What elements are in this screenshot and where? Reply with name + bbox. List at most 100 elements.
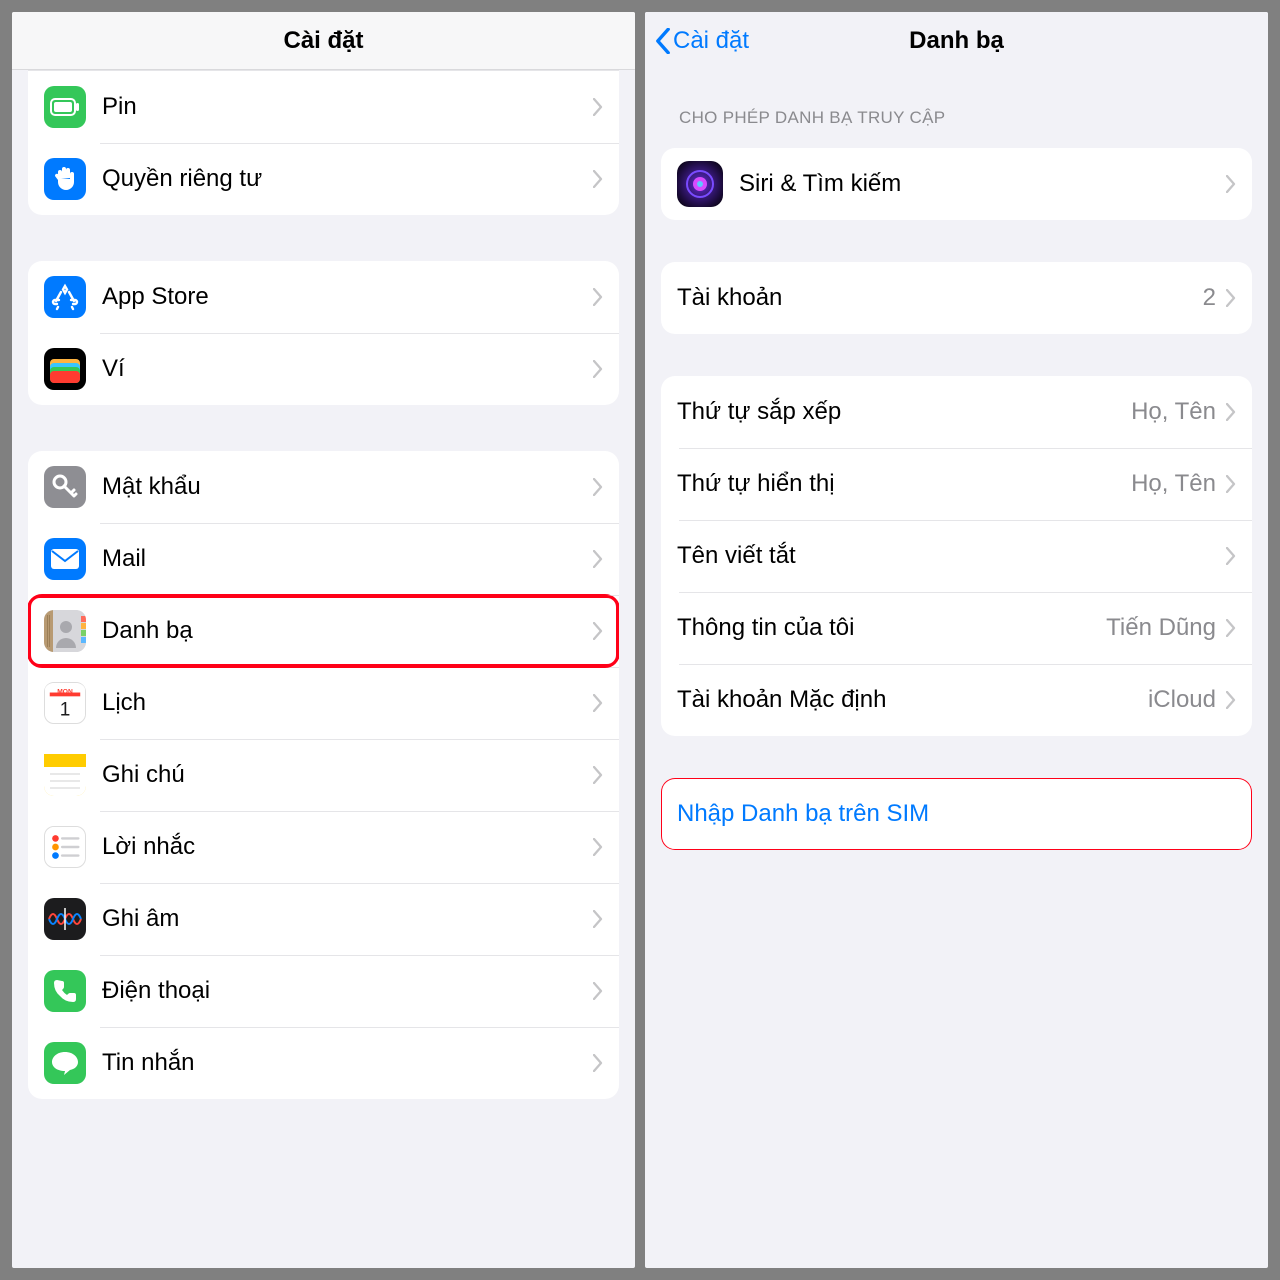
section-header-access: CHO PHÉP DANH BẠ TRUY CẬP (679, 108, 1234, 128)
chevron-right-icon (1226, 289, 1236, 307)
hand-icon (44, 158, 86, 200)
pref-value: Họ, Tên (1131, 398, 1216, 426)
row-label-passwords: Mật khẩu (102, 473, 593, 501)
back-label: Cài đặt (673, 27, 749, 55)
chevron-right-icon (1226, 403, 1236, 421)
left-content: Pin Quyền riêng tư App Store Ví Mật khẩu Mail… (12, 70, 635, 1268)
row-reminders[interactable]: Lời nhắc (28, 811, 619, 883)
settings-screen: Cài đặt Pin Quyền riêng tư App Store Ví Mật … (12, 12, 635, 1268)
battery-icon (44, 86, 86, 128)
siri-icon (677, 161, 723, 207)
pref-value: Tiến Dũng (1106, 614, 1216, 642)
mail-icon (44, 538, 86, 580)
row-label-battery: Pin (102, 93, 593, 121)
wallet-icon (44, 348, 86, 390)
chevron-right-icon (593, 98, 603, 116)
row-notes[interactable]: Ghi chú (28, 739, 619, 811)
row-label-reminders: Lời nhắc (102, 833, 593, 861)
chevron-right-icon (1226, 175, 1236, 193)
chevron-right-icon (593, 288, 603, 306)
chevron-right-icon (593, 1054, 603, 1072)
row-pref-4[interactable]: Tài khoản Mặc địnhiCloud (661, 664, 1252, 736)
right-nav-bar: Cài đặt Danh bạ (645, 12, 1268, 70)
phone-icon (44, 970, 86, 1012)
import-sim-label: Nhập Danh bạ trên SIM (677, 800, 1236, 828)
chevron-right-icon (593, 838, 603, 856)
key-icon (44, 466, 86, 508)
row-pref-3[interactable]: Thông tin của tôiTiến Dũng (661, 592, 1252, 664)
row-wallet[interactable]: Ví (28, 333, 619, 405)
chevron-right-icon (1226, 475, 1236, 493)
pref-label: Thông tin của tôi (677, 614, 1106, 642)
settings-group: App Store Ví (28, 261, 619, 405)
chevron-right-icon (593, 550, 603, 568)
pref-label: Thứ tự sắp xếp (677, 398, 1131, 426)
row-voice[interactable]: Ghi âm (28, 883, 619, 955)
row-appstore[interactable]: App Store (28, 261, 619, 333)
chevron-right-icon (1226, 691, 1236, 709)
row-accounts[interactable]: Tài khoản 2 (661, 262, 1252, 334)
row-calendar[interactable]: MON 1 Lịch (28, 667, 619, 739)
contacts-icon (44, 610, 86, 652)
accounts-value: 2 (1203, 284, 1216, 312)
pref-label: Tài khoản Mặc định (677, 686, 1148, 714)
row-label-messages: Tin nhắn (102, 1049, 593, 1077)
left-nav-title: Cài đặt (283, 27, 363, 55)
accounts-label: Tài khoản (677, 284, 1203, 312)
pref-label: Thứ tự hiển thị (677, 470, 1131, 498)
row-label-privacy: Quyền riêng tư (102, 165, 593, 193)
svg-text:MON: MON (57, 688, 73, 695)
svg-text:1: 1 (60, 699, 71, 720)
row-label-calendar: Lịch (102, 689, 593, 717)
voice-memos-icon (44, 898, 86, 940)
chevron-right-icon (593, 170, 603, 188)
row-privacy[interactable]: Quyền riêng tư (28, 143, 619, 215)
row-label-appstore: App Store (102, 283, 593, 311)
row-label-notes: Ghi chú (102, 761, 593, 789)
row-label-phone: Điện thoại (102, 977, 593, 1005)
group-prefs: Thứ tự sắp xếpHọ, TênThứ tự hiển thịHọ, … (661, 376, 1252, 736)
row-phone[interactable]: Điện thoại (28, 955, 619, 1027)
row-label-contacts: Danh bạ (102, 617, 593, 645)
contacts-settings-screen: Cài đặt Danh bạ CHO PHÉP DANH BẠ TRUY CẬ… (645, 12, 1268, 1268)
row-contacts[interactable]: Danh bạ (28, 595, 619, 667)
group-accounts: Tài khoản 2 (661, 262, 1252, 334)
chevron-right-icon (1226, 619, 1236, 637)
chevron-right-icon (593, 360, 603, 378)
settings-group: Pin Quyền riêng tư (28, 70, 619, 215)
chevron-right-icon (593, 622, 603, 640)
chevron-right-icon (593, 982, 603, 1000)
row-label-wallet: Ví (102, 355, 593, 383)
messages-icon (44, 1042, 86, 1084)
right-nav-title: Danh bạ (909, 27, 1004, 55)
row-battery[interactable]: Pin (28, 71, 619, 143)
chevron-right-icon (593, 766, 603, 784)
left-nav-bar: Cài đặt (12, 12, 635, 70)
pref-label: Tên viết tắt (677, 542, 1226, 570)
row-passwords[interactable]: Mật khẩu (28, 451, 619, 523)
row-label-mail: Mail (102, 545, 593, 573)
chevron-left-icon (655, 28, 671, 54)
row-label-voice: Ghi âm (102, 905, 593, 933)
row-pref-0[interactable]: Thứ tự sắp xếpHọ, Tên (661, 376, 1252, 448)
back-button[interactable]: Cài đặt (655, 27, 749, 55)
calendar-icon: MON 1 (44, 682, 86, 724)
group-siri: Siri & Tìm kiếm (661, 148, 1252, 220)
row-siri-search[interactable]: Siri & Tìm kiếm (661, 148, 1252, 220)
notes-icon (44, 754, 86, 796)
chevron-right-icon (593, 910, 603, 928)
row-pref-2[interactable]: Tên viết tắt (661, 520, 1252, 592)
chevron-right-icon (1226, 547, 1236, 565)
settings-group: Mật khẩu Mail Danh bạ MON 1 Lịch Ghi chú Lời nh… (28, 451, 619, 1099)
row-messages[interactable]: Tin nhắn (28, 1027, 619, 1099)
row-pref-1[interactable]: Thứ tự hiển thịHọ, Tên (661, 448, 1252, 520)
siri-label: Siri & Tìm kiếm (739, 170, 1226, 198)
row-import-sim[interactable]: Nhập Danh bạ trên SIM (661, 778, 1252, 850)
group-import-sim: Nhập Danh bạ trên SIM (661, 778, 1252, 850)
row-mail[interactable]: Mail (28, 523, 619, 595)
pref-value: iCloud (1148, 686, 1216, 714)
pref-value: Họ, Tên (1131, 470, 1216, 498)
chevron-right-icon (593, 694, 603, 712)
right-content: CHO PHÉP DANH BẠ TRUY CẬP Siri & Tìm kiế… (645, 70, 1268, 1268)
appstore-icon (44, 276, 86, 318)
